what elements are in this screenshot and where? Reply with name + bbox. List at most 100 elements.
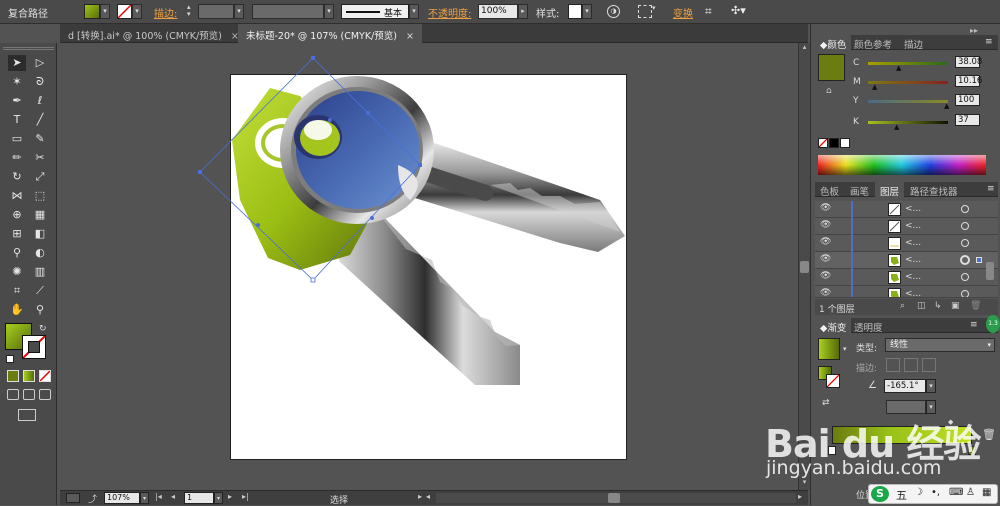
scroll-thumb[interactable]: [800, 261, 809, 273]
user-icon[interactable]: ♙: [966, 487, 975, 498]
reverse-gradient-icon[interactable]: ⇄: [822, 398, 830, 408]
locate-object-icon[interactable]: ⌕: [900, 301, 905, 311]
clipping-mask-icon[interactable]: ◫: [917, 301, 926, 311]
angle-input[interactable]: -165.1°: [884, 379, 926, 393]
layer-row[interactable]: 👁 <...: [815, 269, 998, 286]
selection-indicator[interactable]: [976, 257, 982, 263]
status-menu-icon[interactable]: ▸: [418, 492, 422, 501]
channel-y-slider[interactable]: [868, 100, 948, 103]
eye-icon[interactable]: 👁: [820, 203, 834, 215]
first-artboard-icon[interactable]: |◂: [155, 492, 162, 501]
delete-layer-icon[interactable]: 🗑: [970, 301, 981, 311]
vertical-scrollbar[interactable]: ▴ ▾: [798, 43, 810, 490]
tab-pathfinder[interactable]: 路径查找器: [905, 182, 963, 198]
key-artwork[interactable]: [0, 0, 810, 490]
layer-row[interactable]: 👁 <...: [815, 235, 998, 252]
ime-mode-label[interactable]: 五: [896, 487, 907, 503]
channel-m-input[interactable]: 10.16: [955, 75, 982, 87]
moon-icon[interactable]: ☽: [914, 487, 923, 498]
artboard-nav-icon[interactable]: [66, 493, 80, 503]
tab-transparency[interactable]: 透明度: [849, 318, 888, 334]
target-selected-icon[interactable]: [960, 255, 970, 265]
channel-c-slider[interactable]: [868, 62, 948, 65]
scroll-down-icon[interactable]: ▾: [800, 478, 809, 488]
eye-icon[interactable]: 👁: [820, 220, 834, 232]
channel-c-thumb[interactable]: ▲: [896, 64, 901, 72]
panel-menu-icon[interactable]: ≡: [987, 184, 995, 194]
channel-m-slider[interactable]: [868, 81, 948, 84]
target-icon[interactable]: [961, 290, 969, 297]
channel-c-input[interactable]: 38.08: [955, 56, 982, 68]
tab-layers[interactable]: 图层: [875, 182, 905, 198]
eye-icon[interactable]: 👁: [820, 271, 834, 283]
target-icon[interactable]: [961, 222, 969, 230]
none-swatch[interactable]: [818, 138, 828, 148]
punctuation-icon[interactable]: •,: [931, 487, 940, 498]
target-icon[interactable]: [961, 273, 969, 281]
tab-gradient[interactable]: ◆渐变: [815, 318, 852, 334]
gradient-type-select[interactable]: 线性 ▾: [885, 338, 995, 352]
white-swatch[interactable]: [840, 138, 850, 148]
artboard-dropdown[interactable]: ▾: [214, 492, 223, 504]
gradient-stop-right[interactable]: [968, 446, 976, 455]
stroke-along-icon[interactable]: [904, 358, 918, 372]
layer-row[interactable]: 👁 <...: [815, 218, 998, 235]
tab-stroke[interactable]: 描边: [899, 35, 928, 51]
h-scroll-thumb[interactable]: [608, 493, 620, 503]
keyboard-icon[interactable]: ⌨: [949, 487, 963, 498]
gradient-preview-dropdown[interactable]: ▾: [843, 345, 847, 353]
target-icon[interactable]: [961, 205, 969, 213]
horizontal-scrollbar[interactable]: [436, 493, 796, 503]
stroke-across-icon[interactable]: [922, 358, 936, 372]
ime-logo-icon[interactable]: S: [871, 486, 889, 502]
eye-icon[interactable]: 👁: [820, 288, 834, 297]
scroll-up-icon[interactable]: ▴: [800, 43, 809, 53]
eye-icon[interactable]: 👁: [820, 254, 834, 266]
artboard-number-input[interactable]: 1: [184, 492, 214, 504]
tab-brushes[interactable]: 画笔: [845, 182, 874, 198]
new-layer-icon[interactable]: ▣: [951, 301, 960, 311]
gradient-stroke-box[interactable]: [826, 374, 840, 388]
current-color-swatch[interactable]: [818, 54, 845, 81]
layer-row[interactable]: 👁 <...: [815, 201, 998, 218]
channel-m-thumb[interactable]: ▲: [872, 83, 877, 91]
aspect-ratio-input[interactable]: [886, 400, 926, 414]
aspect-ratio-dropdown[interactable]: ▾: [926, 400, 936, 414]
channel-k-input[interactable]: 37: [955, 114, 980, 126]
last-artboard-icon[interactable]: ▸|: [242, 492, 249, 501]
share-icon[interactable]: ⤴: [88, 492, 97, 505]
gradient-slider[interactable]: [832, 426, 972, 444]
delete-stop-icon[interactable]: 🗑: [982, 428, 996, 441]
layers-scroll-thumb[interactable]: [986, 262, 994, 280]
channel-k-slider[interactable]: [868, 121, 948, 124]
channel-y-input[interactable]: 100: [955, 94, 980, 106]
next-artboard-icon[interactable]: ▸: [228, 492, 232, 501]
channel-y-thumb[interactable]: ▲: [944, 102, 949, 110]
target-icon[interactable]: [961, 239, 969, 247]
panel-menu-icon[interactable]: ≡: [985, 37, 993, 47]
gradient-midpoint-icon[interactable]: ◆: [948, 418, 953, 426]
new-sublayer-icon[interactable]: ↳: [934, 301, 942, 311]
tab-color-guide[interactable]: 颜色参考: [849, 35, 897, 51]
side-badge-icon[interactable]: 1.3: [986, 315, 1000, 333]
collapse-panels-icon[interactable]: ▸▸: [970, 26, 978, 35]
scroll-right-icon[interactable]: ▸: [798, 492, 802, 501]
angle-dropdown[interactable]: ▾: [926, 379, 936, 393]
channel-k-thumb[interactable]: ▲: [894, 123, 899, 131]
zoom-dropdown[interactable]: ▾: [140, 492, 149, 504]
gradient-stop-left[interactable]: [828, 446, 836, 455]
zoom-input[interactable]: 107%: [104, 492, 140, 504]
layer-row-selected[interactable]: 👁 <...: [815, 252, 998, 269]
tab-swatches[interactable]: 色板: [815, 182, 844, 198]
panel-menu-icon[interactable]: ≡: [970, 320, 978, 330]
black-swatch[interactable]: [829, 138, 839, 148]
gradient-preview-swatch[interactable]: [818, 338, 840, 360]
layer-row[interactable]: 👁 <...: [815, 286, 998, 298]
color-spectrum[interactable]: [818, 155, 986, 175]
eye-icon[interactable]: 👁: [820, 237, 834, 249]
grid-icon[interactable]: ▦: [982, 487, 991, 498]
stroke-within-icon[interactable]: [886, 358, 900, 372]
tab-color[interactable]: ◆颜色: [815, 35, 852, 51]
prev-artboard-icon[interactable]: ◂: [171, 492, 175, 501]
scroll-left-icon[interactable]: ◂: [426, 492, 430, 501]
